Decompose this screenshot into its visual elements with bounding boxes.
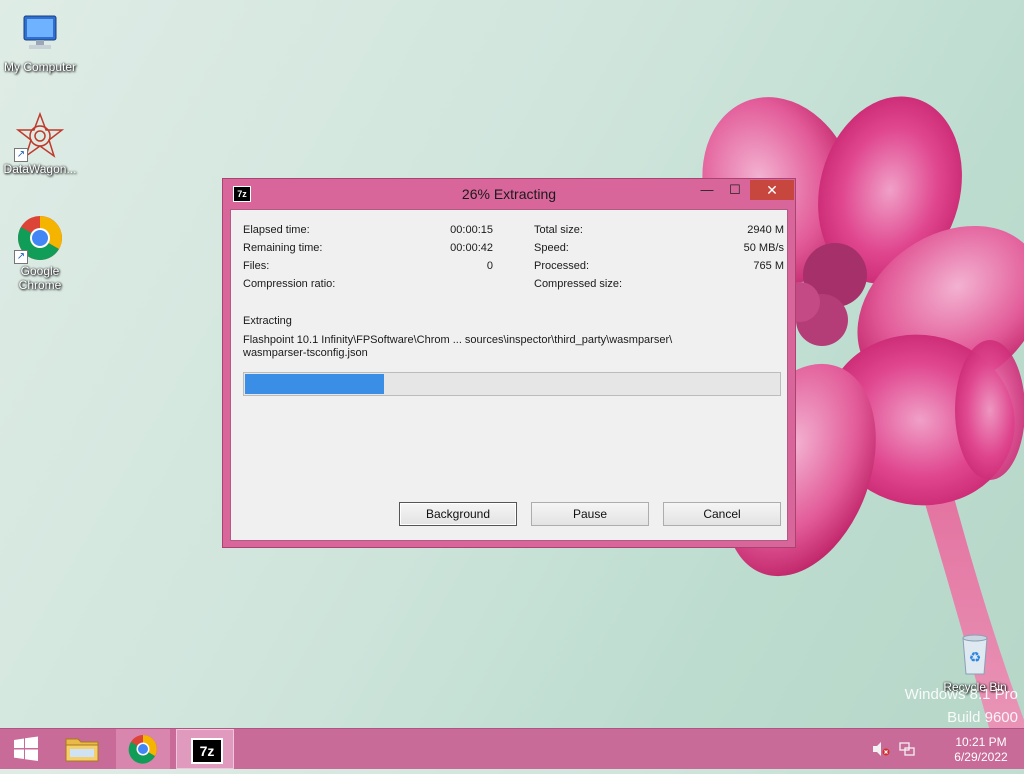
processed-label: Processed: — [534, 260, 590, 272]
7zip-icon: 7z — [191, 738, 223, 764]
progress-bar — [243, 372, 781, 396]
speed-label: Speed: — [534, 242, 569, 254]
svg-text:♻: ♻ — [969, 649, 982, 665]
network-icon[interactable] — [898, 741, 916, 757]
remaining-time-value: 00:00:42 — [450, 242, 493, 254]
volume-muted-icon[interactable] — [872, 741, 890, 757]
desktop-icon-recycle-bin[interactable]: ♻ Recycle Bin — [935, 630, 1015, 694]
minimize-button[interactable]: — — [694, 180, 720, 200]
windows-watermark: Windows 8.1 Pro Build 9600 — [880, 686, 1018, 726]
folder-icon — [65, 738, 99, 762]
elapsed-time-label: Elapsed time: — [243, 224, 310, 236]
total-size-value: 2940 M — [747, 224, 784, 236]
clock-date: 6/29/2022 — [954, 750, 1008, 764]
elapsed-time-value: 00:00:15 — [450, 224, 493, 236]
files-label: Files: — [243, 260, 270, 272]
start-button[interactable] — [6, 729, 46, 769]
desktop-icon-label: Google Chrome — [18, 264, 62, 292]
desktop-icon-google-chrome[interactable]: ↗ Google Chrome — [0, 214, 80, 292]
taskbar: 7z 10:21 PM 6/29/2022 — [0, 728, 1024, 769]
system-clock[interactable]: 10:21 PM 6/29/2022 — [946, 735, 1016, 765]
cancel-button[interactable]: Cancel — [663, 502, 781, 526]
compressed-size-label: Compressed size: — [534, 278, 623, 290]
chrome-icon: ↗ — [14, 214, 64, 264]
chrome-taskbar-button[interactable] — [116, 729, 170, 769]
operation-label: Extracting — [243, 315, 292, 327]
shortcut-arrow-icon: ↗ — [14, 148, 28, 162]
compression-ratio-label: Compression ratio: — [243, 278, 336, 290]
processed-value: 765 M — [753, 260, 784, 272]
files-value: 0 — [486, 260, 493, 272]
current-file-path-line1: Flashpoint 10.1 Infinity\FPSoftware\Chro… — [243, 334, 673, 346]
background-button[interactable]: Background — [399, 502, 517, 526]
7zip-taskbar-button[interactable]: 7z — [176, 729, 234, 769]
maximize-button[interactable]: ☐ — [722, 180, 748, 200]
datawagon-icon: ↗ — [14, 111, 65, 162]
total-size-label: Total size: — [534, 224, 583, 236]
desktop-icon-my-computer[interactable]: My Computer — [0, 10, 80, 74]
computer-icon — [16, 10, 64, 58]
extract-dialog: 7z 26% Extracting — ☐ ✕ Elapsed time: 00… — [222, 178, 796, 548]
pause-button[interactable]: Pause — [531, 502, 649, 526]
remaining-time-label: Remaining time: — [243, 242, 323, 254]
current-file-path-line2: wasmparser-tsconfig.json — [243, 347, 368, 359]
chrome-icon — [128, 735, 157, 764]
desktop-icon-label: My Computer — [3, 60, 77, 74]
close-button[interactable]: ✕ — [750, 180, 794, 200]
shortcut-arrow-icon: ↗ — [14, 250, 28, 264]
desktop-icon-label: DataWagon... — [3, 162, 77, 176]
watermark-edition: Windows 8.1 Pro — [904, 686, 1018, 703]
speed-value: 50 MB/s — [743, 242, 784, 254]
progress-bar-fill — [245, 374, 384, 394]
clock-time: 10:21 PM — [955, 735, 1007, 749]
desktop-icon-datawagon[interactable]: ↗ DataWagon... — [0, 111, 80, 176]
dialog-body: Elapsed time: 00:00:15 Remaining time: 0… — [230, 209, 788, 541]
file-explorer-taskbar-button[interactable] — [60, 729, 104, 769]
recycle-bin-icon: ♻ — [951, 630, 999, 678]
dialog-titlebar[interactable]: 7z 26% Extracting — ☐ ✕ — [223, 179, 795, 209]
watermark-build: Build 9600 — [947, 709, 1018, 726]
windows-logo-icon — [14, 736, 38, 761]
